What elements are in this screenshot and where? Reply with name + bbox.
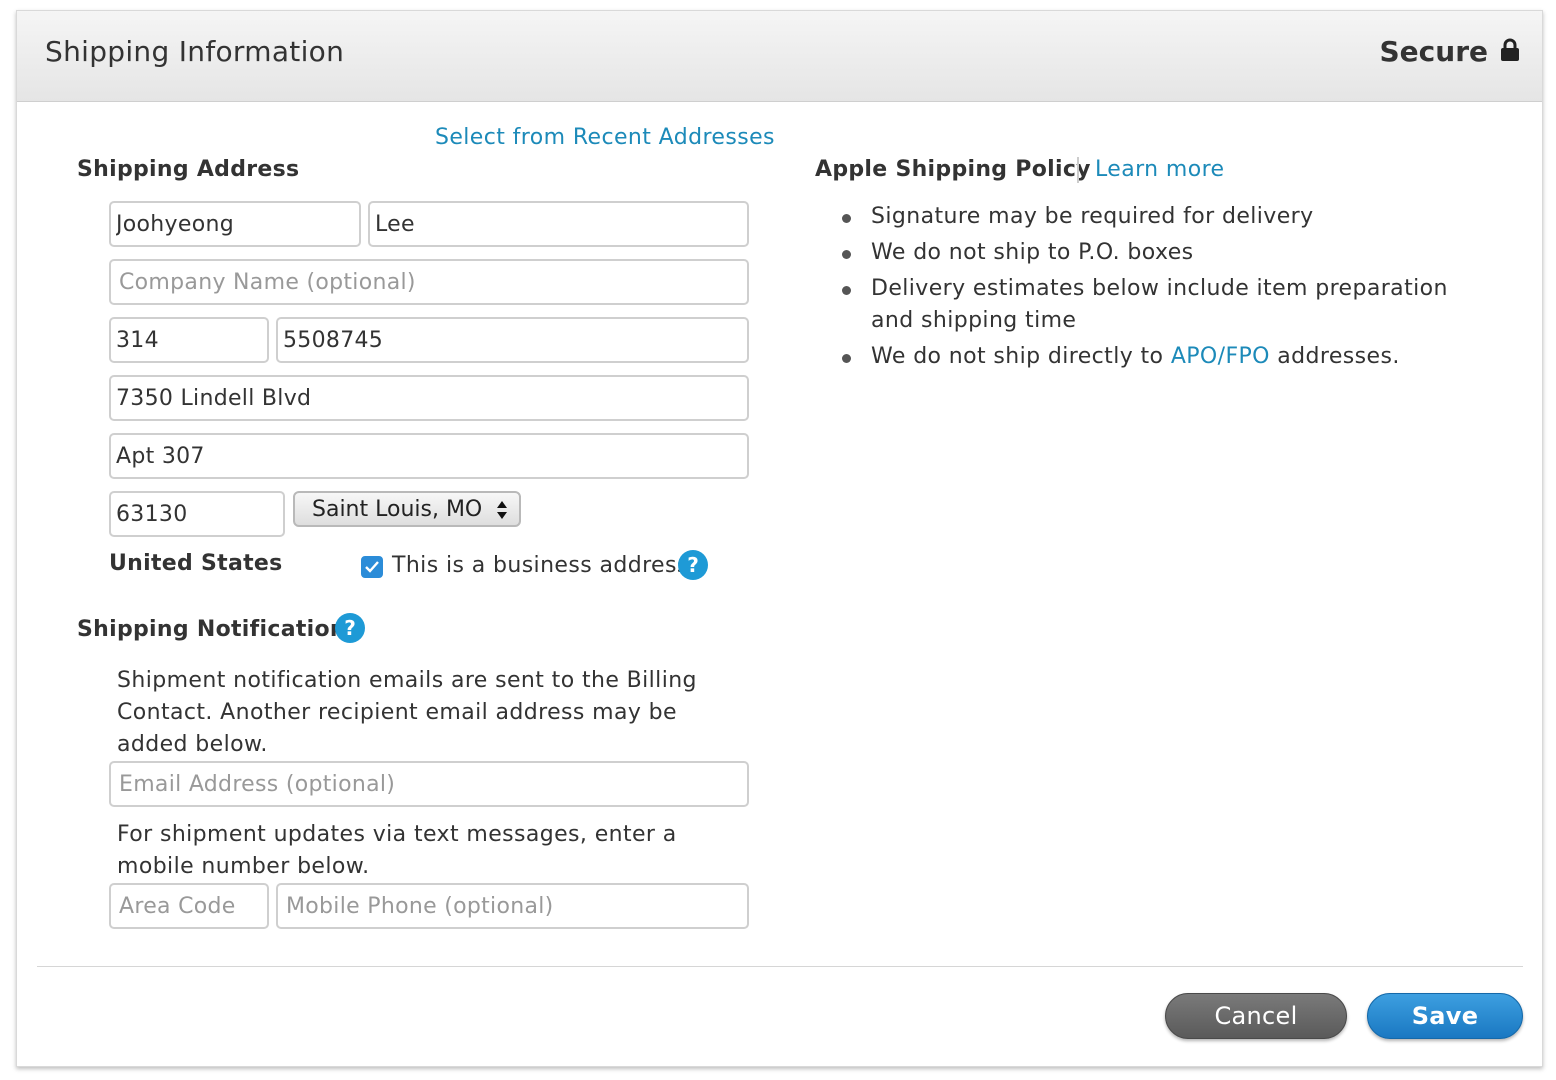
sms-notification-note: For shipment updates via text messages, … — [117, 822, 677, 879]
city-state-select[interactable]: Saint Louis, MO — [293, 491, 521, 527]
secure-label: Secure — [1379, 35, 1489, 68]
select-arrows-icon — [496, 499, 508, 521]
dialog-title: Shipping Information — [45, 35, 345, 68]
business-address-label: This is a business address — [392, 553, 689, 578]
secure-indicator: Secure — [1380, 35, 1521, 68]
bullet-icon — [842, 250, 851, 259]
footer-divider — [37, 966, 1523, 967]
company-name-field[interactable] — [109, 259, 749, 305]
email-address-field[interactable] — [109, 761, 749, 807]
bullet-icon — [842, 214, 851, 223]
recent-addresses-link[interactable]: Select from Recent Addresses — [435, 125, 775, 150]
mobile-area-code-field[interactable] — [109, 883, 269, 929]
policy-item: We do not ship directly to APO/FPO addre… — [839, 341, 1459, 373]
learn-more-link[interactable]: Learn more — [1095, 157, 1224, 182]
policy-item: We do not ship to P.O. boxes — [839, 237, 1459, 269]
shipping-notifications-heading: Shipping Notifications — [77, 617, 360, 642]
policy-heading: Apple Shipping Policy — [815, 157, 1091, 182]
shipping-address-heading: Shipping Address — [77, 157, 300, 182]
dialog-header: Shipping Information Secure — [17, 11, 1542, 102]
policy-divider — [1077, 157, 1079, 183]
email-notification-note: Shipment notification emails are sent to… — [117, 668, 697, 757]
policy-item-text: We do not ship directly to — [871, 344, 1171, 369]
apo-fpo-link[interactable]: APO/FPO — [1171, 344, 1270, 369]
phone-field[interactable] — [276, 317, 749, 363]
shipping-dialog: Shipping Information Secure Select from … — [16, 10, 1543, 1067]
city-state-value: Saint Louis, MO — [312, 496, 483, 522]
policy-item-text: Delivery estimates below include item pr… — [871, 276, 1448, 333]
policy-list: Signature may be required for delivery W… — [839, 201, 1459, 377]
bullet-icon — [842, 354, 851, 363]
checkmark-icon — [365, 561, 379, 573]
country-label: United States — [109, 551, 283, 576]
bullet-icon — [842, 286, 851, 295]
cancel-button[interactable]: Cancel — [1165, 993, 1347, 1039]
area-code-field[interactable] — [109, 317, 269, 363]
last-name-field[interactable] — [368, 201, 749, 247]
zip-code-field[interactable] — [109, 491, 285, 537]
save-button[interactable]: Save — [1367, 993, 1523, 1039]
policy-item-text-suffix: addresses. — [1269, 344, 1400, 369]
business-help-icon[interactable]: ? — [678, 550, 708, 580]
policy-item: Signature may be required for delivery — [839, 201, 1459, 233]
street-address-2-field[interactable] — [109, 433, 749, 479]
policy-item: Delivery estimates below include item pr… — [839, 273, 1459, 337]
policy-item-text: We do not ship to P.O. boxes — [871, 240, 1194, 265]
street-address-field[interactable] — [109, 375, 749, 421]
mobile-phone-field[interactable] — [276, 883, 749, 929]
business-address-checkbox[interactable] — [361, 556, 383, 578]
first-name-field[interactable] — [109, 201, 361, 247]
lock-icon — [1500, 36, 1520, 61]
notifications-help-icon[interactable]: ? — [335, 613, 365, 643]
policy-item-text: Signature may be required for delivery — [871, 204, 1314, 229]
